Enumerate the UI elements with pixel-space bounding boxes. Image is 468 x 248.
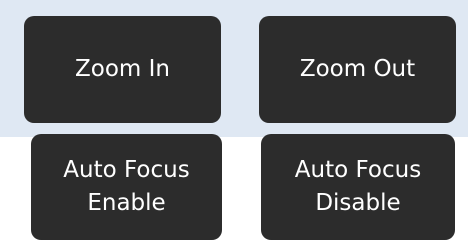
- autofocus-disable-label-line1: Auto Focus: [294, 157, 422, 183]
- autofocus-disable-button[interactable]: Auto Focus Disable: [261, 134, 455, 240]
- autofocus-enable-button[interactable]: Auto Focus Enable: [31, 134, 222, 240]
- zoom-out-label: Zoom Out: [299, 56, 416, 82]
- zoom-out-button[interactable]: Zoom Out: [259, 16, 456, 123]
- autofocus-enable-label: Auto Focus Enable: [63, 154, 189, 220]
- autofocus-enable-label-line1: Auto Focus: [63, 157, 190, 183]
- autofocus-disable-label: Auto Focus Disable: [295, 154, 421, 220]
- autofocus-enable-label-line2: Enable: [87, 190, 166, 216]
- zoom-in-button[interactable]: Zoom In: [24, 16, 221, 123]
- zoom-in-label: Zoom In: [75, 56, 170, 82]
- autofocus-disable-label-line2: Disable: [315, 190, 401, 216]
